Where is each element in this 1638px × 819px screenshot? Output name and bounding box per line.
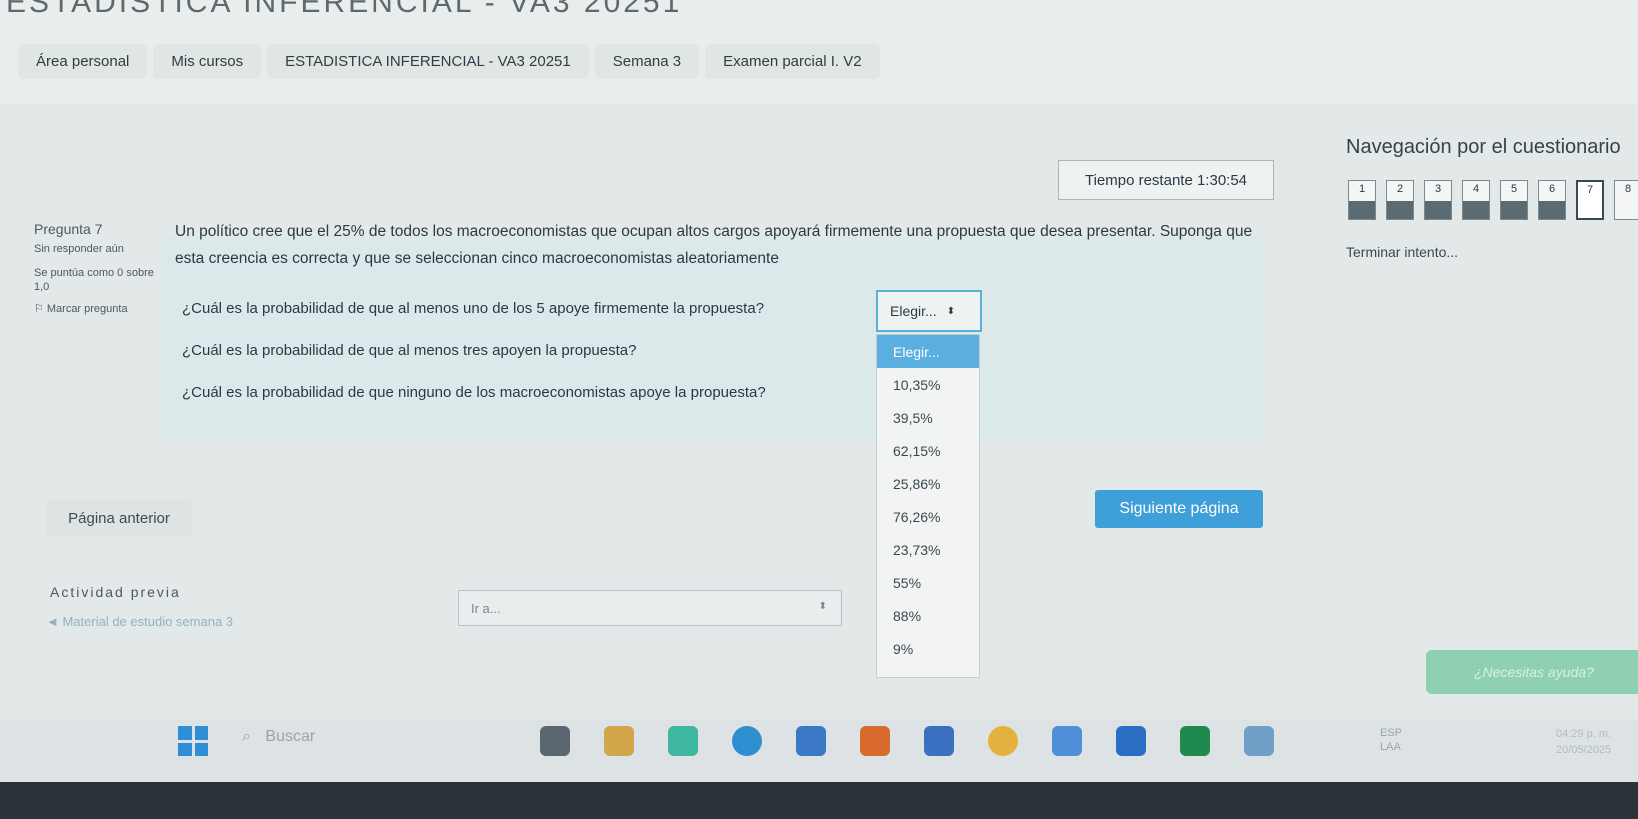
help-button[interactable]: ¿Necesitas ayuda? — [1426, 650, 1638, 694]
dropdown-option[interactable]: Elegir... — [877, 335, 979, 368]
quiz-nav-item[interactable]: 1 — [1348, 180, 1376, 220]
goto-select[interactable]: Ir a... ⬍ — [458, 590, 842, 626]
question-score: Se puntúa como 0 sobre 1,0 — [34, 267, 154, 293]
dropdown-option[interactable]: 62,15% — [877, 434, 979, 467]
subquestion-2: ¿Cuál es la probabilidad de que al menos… — [182, 342, 637, 359]
course-heading: ESTADISTICA INFERENCIAL - VA3 20251 — [6, 0, 683, 19]
language-indicator: ESP — [1380, 727, 1403, 739]
question-info: Pregunta 7 Sin responder aún Se puntúa c… — [34, 222, 154, 316]
next-page-button[interactable]: Siguiente página — [1095, 490, 1263, 528]
answer-select-1[interactable]: Elegir... ⬍ — [876, 290, 982, 332]
quiz-nav-item[interactable]: 8 — [1614, 180, 1638, 220]
quiz-nav-item[interactable]: 6 — [1538, 180, 1566, 220]
breadcrumb-area-personal[interactable]: Área personal — [18, 44, 148, 79]
quiz-nav: 1 2 3 4 5 6 7 8 — [1348, 180, 1638, 220]
breadcrumb-semana[interactable]: Semana 3 — [594, 44, 700, 79]
timer: Tiempo restante 1:30:54 — [1058, 160, 1274, 200]
previous-activity-link[interactable]: ◄ Material de estudio semana 3 — [46, 614, 233, 629]
quiz-nav-item-current[interactable]: 7 — [1576, 180, 1604, 220]
system-tray[interactable]: ESP LAA — [1380, 726, 1402, 754]
breadcrumb-course[interactable]: ESTADISTICA INFERENCIAL - VA3 20251 — [267, 44, 589, 79]
subquestion-1: ¿Cuál es la probabilidad de que al menos… — [182, 300, 765, 317]
snipping-tool-icon[interactable] — [1244, 726, 1274, 756]
dropdown-option[interactable]: 9% — [877, 632, 979, 665]
word-icon[interactable] — [1116, 726, 1146, 756]
flag-question[interactable]: ⚐ Marcar pregunta — [34, 302, 154, 316]
question-number: Pregunta 7 — [34, 221, 103, 237]
dropdown-option[interactable]: 10,35% — [877, 368, 979, 401]
chrome-browser-icon[interactable] — [988, 726, 1018, 756]
windows-start-icon[interactable] — [178, 726, 208, 756]
previous-activity-label: Actividad previa — [50, 584, 181, 600]
question-status: Sin responder aún — [34, 243, 124, 255]
quiz-nav-title: Navegación por el cuestionario — [1346, 136, 1621, 158]
file-explorer-icon[interactable] — [540, 726, 570, 756]
previous-page-button[interactable]: Página anterior — [46, 500, 192, 536]
top-bar: ESTADISTICA INFERENCIAL - VA3 20251 Área… — [0, 0, 1638, 110]
quiz-nav-item[interactable]: 5 — [1500, 180, 1528, 220]
breadcrumb-mis-cursos[interactable]: Mis cursos — [153, 44, 262, 79]
quiz-nav-item[interactable]: 2 — [1386, 180, 1414, 220]
flag-label: Marcar pregunta — [46, 303, 128, 315]
flag-icon: ⚐ — [34, 303, 44, 315]
taskbar-apps — [540, 726, 1274, 756]
dropdown-option[interactable]: 76,26% — [877, 500, 979, 533]
dropdown-option[interactable]: 23,73% — [877, 533, 979, 566]
breadcrumb-exam[interactable]: Examen parcial I. V2 — [705, 44, 880, 79]
subquestion-3: ¿Cuál es la probabilidad de que ninguno … — [182, 384, 766, 401]
quiz-nav-item[interactable]: 3 — [1424, 180, 1452, 220]
finish-attempt-link[interactable]: Terminar intento... — [1346, 244, 1458, 260]
chevron-updown-icon: ⬍ — [818, 601, 827, 612]
office-icon[interactable] — [860, 726, 890, 756]
mail-icon[interactable] — [1052, 726, 1082, 756]
app-icon[interactable] — [668, 726, 698, 756]
question-text: Un político cree que el 25% de todos los… — [175, 223, 1253, 267]
goto-placeholder: Ir a... — [471, 600, 501, 616]
select-value: Elegir... — [890, 303, 937, 319]
breadcrumb: Área personal Mis cursos ESTADISTICA INF… — [18, 44, 880, 79]
clock-date: 20/05/2025 — [1556, 744, 1612, 756]
dropdown-option[interactable]: 25,86% — [877, 467, 979, 500]
answer-dropdown[interactable]: Elegir... 10,35% 39,5% 62,15% 25,86% 76,… — [876, 334, 980, 678]
search-icon: ⌕ — [242, 728, 251, 745]
clock-time: 04:29 p. m. — [1556, 728, 1612, 740]
folder-icon[interactable] — [604, 726, 634, 756]
teams-icon[interactable] — [924, 726, 954, 756]
chevron-updown-icon: ⬍ — [946, 305, 956, 317]
quiz-nav-item[interactable]: 4 — [1462, 180, 1490, 220]
taskbar-search[interactable]: ⌕ Buscar — [242, 728, 315, 746]
edge-browser-icon[interactable] — [732, 726, 762, 756]
monitor-bezel — [0, 782, 1638, 819]
dropdown-option[interactable]: 55% — [877, 566, 979, 599]
dropdown-option[interactable]: 88% — [877, 599, 979, 632]
language-indicator-secondary: LAA — [1380, 741, 1401, 753]
taskbar-clock[interactable]: 04:29 p. m. 20/05/2025 — [1556, 726, 1611, 758]
taskbar-search-label: Buscar — [265, 728, 316, 745]
store-icon[interactable] — [796, 726, 826, 756]
excel-icon[interactable] — [1180, 726, 1210, 756]
dropdown-option[interactable]: 39,5% — [877, 401, 979, 434]
